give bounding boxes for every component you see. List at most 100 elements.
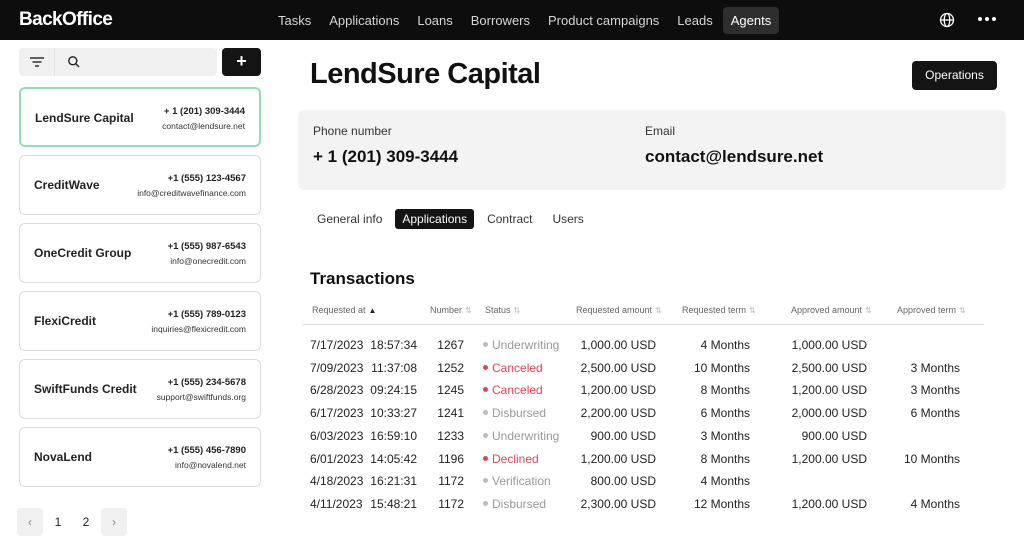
- table-row[interactable]: 6/03/2023 16:59:10 1233 Underwriting 900.00 …: [302, 425, 984, 447]
- page-button-2[interactable]: 2: [73, 508, 99, 536]
- cell-date: 7/09/2023: [310, 360, 364, 375]
- status-dot-icon: [483, 387, 488, 393]
- cell-req-amount: 1,200.00 USD: [580, 383, 656, 398]
- tab-general-info[interactable]: General info: [310, 209, 389, 229]
- table-row[interactable]: 7/17/2023 18:57:34 1267 Underwriting 1,000.0…: [302, 334, 984, 356]
- cell-req-term: 8 Months: [700, 383, 750, 398]
- cell-req-amount: 900.00 USD: [590, 428, 656, 443]
- sort-icon: ⇅: [465, 306, 472, 315]
- cell-req-amount: 2,500.00 USD: [580, 360, 656, 375]
- cell-number: 1241: [437, 406, 464, 421]
- table-row[interactable]: 6/01/2023 14:05:42 1196 Declined 1,200.00 US…: [302, 448, 984, 470]
- cell-appr-term: 4 Months: [910, 496, 960, 511]
- more-options-icon[interactable]: [978, 17, 996, 21]
- cell-number: 1252: [437, 360, 464, 375]
- status-badge: Declined: [492, 451, 539, 466]
- nav-item-applications[interactable]: Applications: [321, 7, 407, 34]
- tab-contract[interactable]: Contract: [480, 209, 539, 229]
- sort-icon: ⇅: [513, 306, 521, 315]
- next-page-button[interactable]: ›: [101, 508, 127, 536]
- column-header-approved-amount[interactable]: Approved amount ⇅: [791, 305, 872, 315]
- cell-time: 10:33:27: [370, 406, 417, 421]
- nav-item-borrowers[interactable]: Borrowers: [463, 7, 538, 34]
- search-icon: [68, 56, 80, 68]
- cell-date: 4/11/2023: [310, 496, 363, 511]
- table-row[interactable]: 6/17/2023 10:33:27 1241 Disbursed 2,200.00 U…: [302, 402, 984, 424]
- agent-email: support@swiftfunds.org: [156, 392, 246, 402]
- section-title: Transactions: [310, 269, 415, 288]
- agent-phone: +1 (555) 987-6543: [167, 241, 246, 252]
- cell-req-amount: 1,000.00 USD: [580, 338, 656, 352]
- nav-item-leads[interactable]: Leads: [669, 7, 720, 34]
- agent-card[interactable]: SwiftFunds Credit +1 (555) 234-5678 supp…: [19, 359, 261, 419]
- table-row[interactable]: 4/11/2023 15:48:21 1172 Disbursed 2,300.00 U…: [302, 493, 984, 515]
- filter-button[interactable]: [19, 48, 55, 76]
- column-header-requested-term[interactable]: Requested term ⇅: [682, 305, 756, 315]
- agent-list: LendSure Capital + 1 (201) 309-3444 cont…: [19, 87, 261, 495]
- nav-item-agents[interactable]: Agents: [722, 7, 780, 34]
- cell-appr-amount: 1,200.00 USD: [791, 496, 867, 511]
- search-input[interactable]: [87, 52, 211, 72]
- cell-number: 1172: [438, 496, 464, 511]
- agent-email: inquiries@flexicredit.com: [151, 324, 246, 334]
- agent-email: contact@lendsure.net: [162, 121, 245, 131]
- sort-icon: ⇅: [655, 306, 662, 315]
- top-navigation-bar: BackOffice Tasks Applications Loans Borr…: [0, 0, 1024, 40]
- cell-req-term: 12 Months: [693, 496, 750, 511]
- cell-req-amount: 2,300.00 USD: [580, 496, 656, 511]
- contact-info-panel: Phone number + 1 (201) 309-3444 Email co…: [298, 110, 1006, 190]
- table-row[interactable]: 7/09/2023 11:37:08 1252 Canceled 2,500.00 US…: [302, 357, 984, 379]
- status-dot-icon: [483, 455, 488, 461]
- cell-time: 11:37:08: [371, 360, 417, 375]
- agent-phone: +1 (555) 123-4567: [167, 173, 246, 184]
- search-box: [55, 48, 217, 76]
- cell-appr-amount: 900.00 USD: [801, 428, 867, 443]
- cell-appr-amount: 2,000.00 USD: [791, 406, 867, 421]
- status-dot-icon: [483, 410, 488, 416]
- prev-page-button[interactable]: ‹: [17, 508, 43, 536]
- column-header-requested-at[interactable]: Requested at ▲: [312, 305, 376, 315]
- page-button-1[interactable]: 1: [45, 508, 71, 536]
- sort-icon: ⇅: [865, 306, 872, 315]
- agent-phone: +1 (555) 789-0123: [167, 309, 246, 320]
- phone-label: Phone number: [313, 124, 392, 138]
- cell-number: 1172: [438, 474, 464, 489]
- email-value: contact@lendsure.net: [645, 147, 824, 166]
- agent-card[interactable]: CreditWave +1 (555) 123-4567 info@credit…: [19, 155, 261, 215]
- cell-req-amount: 800.00 USD: [590, 474, 656, 489]
- status-dot-icon: [483, 364, 488, 370]
- column-header-approved-term[interactable]: Approved term ⇅: [897, 305, 966, 315]
- cell-appr-amount: 1,000.00 USD: [791, 338, 867, 352]
- column-header-status[interactable]: Status ⇅: [485, 305, 520, 315]
- cell-appr-term: 3 Months: [910, 383, 960, 398]
- agent-card[interactable]: NovaLend +1 (555) 456-7890 info@novalend…: [19, 427, 261, 487]
- tab-applications[interactable]: Applications: [395, 209, 475, 229]
- nav-item-tasks[interactable]: Tasks: [270, 7, 319, 34]
- operations-button[interactable]: Operations: [912, 61, 997, 90]
- agent-email: info@onecredit.com: [170, 256, 246, 266]
- cell-appr-amount: 1,200.00 USD: [791, 383, 867, 398]
- globe-icon[interactable]: [938, 11, 956, 29]
- agent-email: info@novalend.net: [174, 460, 246, 470]
- nav-item-loans[interactable]: Loans: [409, 7, 460, 34]
- table-row[interactable]: 4/18/2023 16:21:31 1172 Verification 800.00 …: [302, 470, 984, 492]
- nav-item-product-campaigns[interactable]: Product campaigns: [540, 7, 667, 34]
- column-header-requested-amount[interactable]: Requested amount ⇅: [576, 305, 662, 315]
- status-badge: Canceled: [492, 360, 543, 375]
- table-row[interactable]: 6/28/2023 09:24:15 1245 Canceled 1,200.00 US…: [302, 379, 984, 401]
- app-logo[interactable]: BackOffice: [19, 9, 113, 31]
- agent-card[interactable]: OneCredit Group +1 (555) 987-6543 info@o…: [19, 223, 261, 283]
- cell-date: 7/17/2023: [310, 338, 364, 352]
- agent-card[interactable]: LendSure Capital + 1 (201) 309-3444 cont…: [19, 87, 261, 147]
- agent-card[interactable]: FlexiCredit +1 (555) 789-0123 inquiries@…: [19, 291, 261, 351]
- add-agent-button[interactable]: +: [222, 48, 261, 76]
- page-title: LendSure Capital: [310, 58, 541, 90]
- tab-users[interactable]: Users: [545, 209, 590, 229]
- cell-req-term: 4 Months: [700, 338, 750, 352]
- agent-name: OneCredit Group: [34, 246, 132, 260]
- column-header-number[interactable]: Number ⇅: [430, 305, 472, 315]
- status-badge: Disbursed: [492, 406, 547, 421]
- cell-number: 1196: [438, 451, 464, 466]
- status-badge: Canceled: [492, 383, 543, 398]
- detail-tabs: General info Applications Contract Users: [310, 209, 591, 229]
